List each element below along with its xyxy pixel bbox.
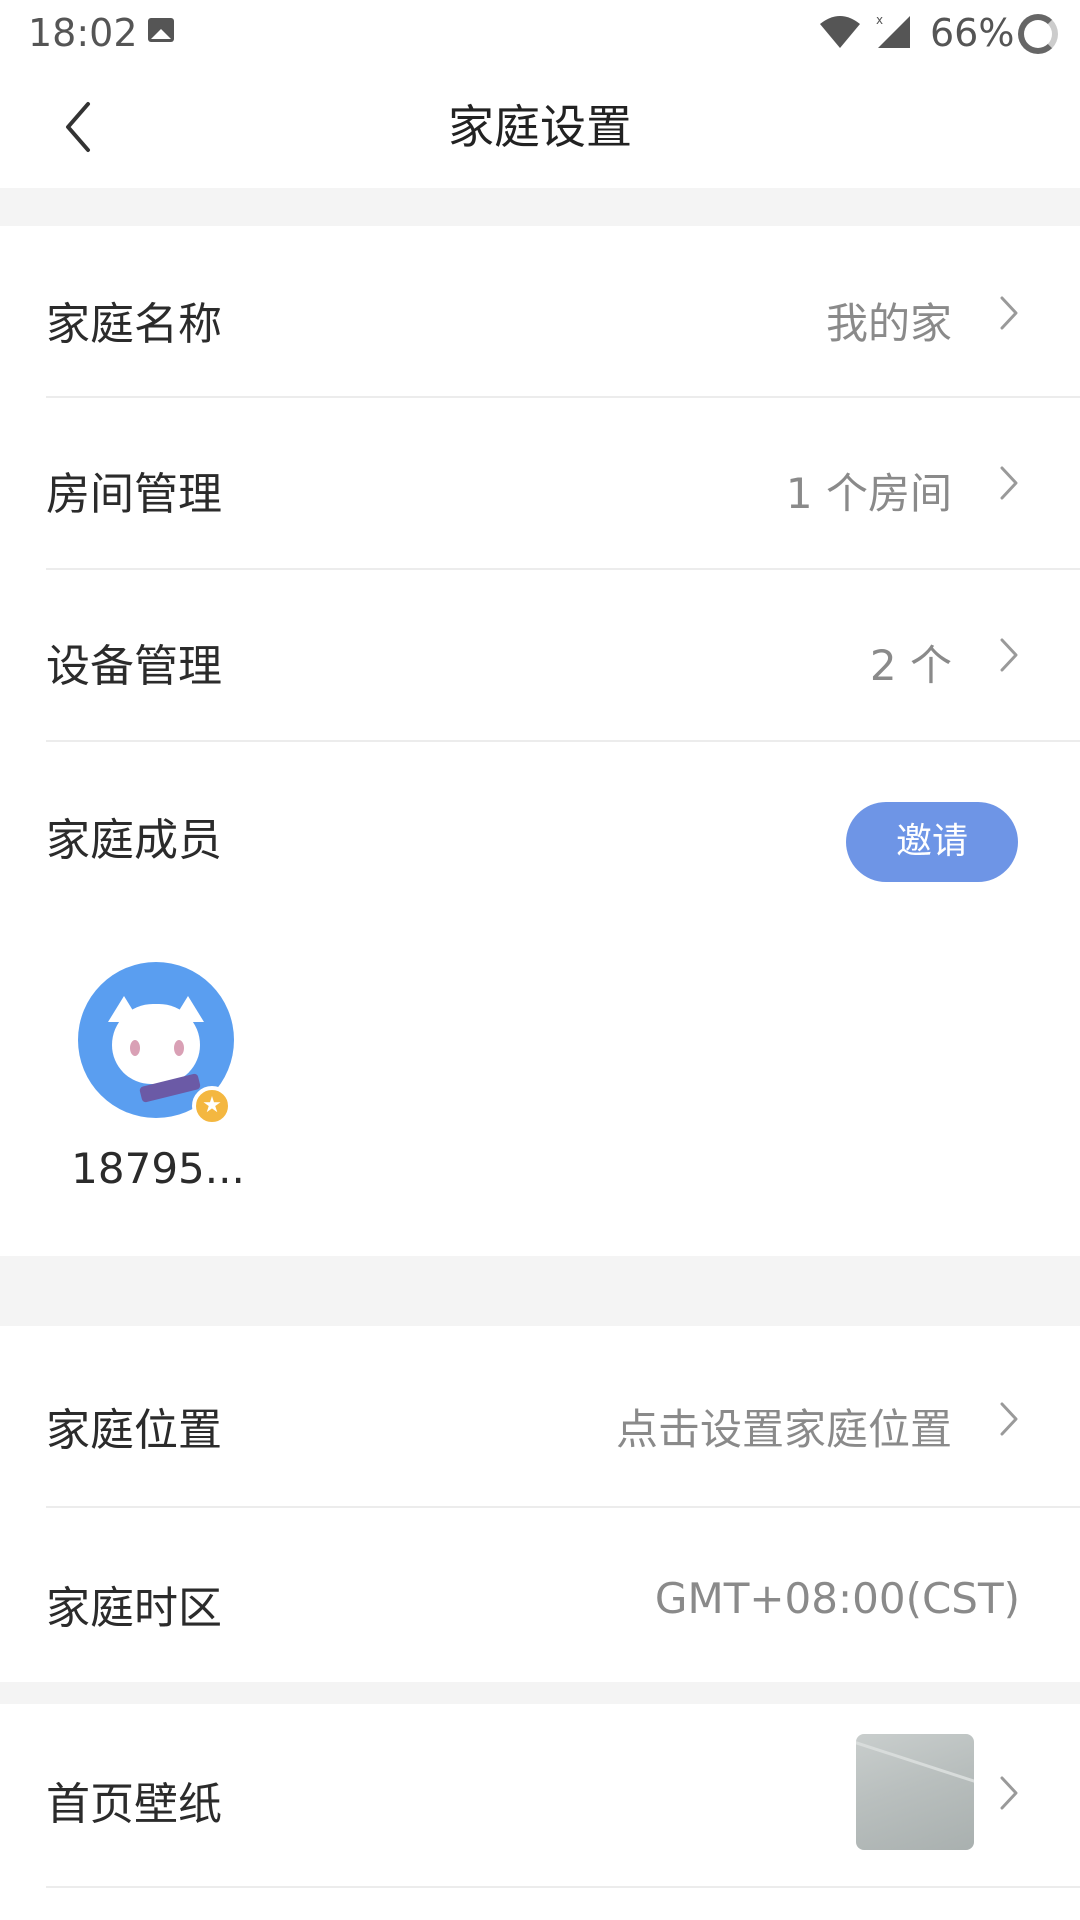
device-management-value: 2 个 [869,641,952,690]
device-management-label: 设备管理 [46,641,222,692]
home-info-card: 家庭名称 我的家 房间管理 1 个房间 设备管理 2 个 家庭成员 邀请 ★ 1… [0,226,1080,1256]
battery-percentage: 66% [930,11,1015,55]
home-wallpaper-row[interactable]: 首页壁纸 [0,1704,1080,1884]
room-management-value: 1 个房间 [785,469,952,518]
home-members-section: 家庭成员 邀请 ★ 18795... [0,742,1080,1256]
battery-ring-icon [1018,14,1058,54]
device-management-row[interactable]: 设备管理 2 个 [0,570,1080,740]
home-location-value: 点击设置家庭位置 [615,1405,952,1454]
invite-button[interactable]: 邀请 [846,802,1018,882]
top-bar: 家庭设置 [0,66,1080,188]
home-timezone-value: GMT+08:00(CST) [654,1574,1020,1623]
page-title: 家庭设置 [448,100,632,154]
section-gap [0,1256,1080,1326]
home-name-row[interactable]: 家庭名称 我的家 [0,226,1080,396]
home-timezone-label: 家庭时区 [46,1583,222,1634]
divider [46,1886,1080,1888]
home-members-label: 家庭成员 [46,815,222,866]
home-location-card: 家庭位置 点击设置家庭位置 家庭时区 GMT+08:00(CST) [0,1326,1080,1682]
wifi-icon [820,16,860,48]
status-bar: 18:02 x 66% [0,0,1080,66]
chevron-right-icon [1000,1776,1018,1810]
home-name-label: 家庭名称 [46,299,222,350]
cat-face [112,1004,200,1084]
cat-eye [174,1040,184,1056]
chevron-right-icon [1000,1402,1018,1436]
wallpaper-thumbnail[interactable] [856,1734,974,1850]
owner-star-icon: ★ [192,1086,232,1126]
image-icon [148,18,174,42]
home-wallpaper-label: 首页壁纸 [46,1779,222,1830]
chevron-right-icon [1000,466,1018,500]
chevron-right-icon [1000,296,1018,330]
home-timezone-row[interactable]: 家庭时区 GMT+08:00(CST) [0,1508,1080,1682]
room-management-label: 房间管理 [46,469,222,520]
member-name: 18795... [71,1144,245,1193]
section-gap [0,188,1080,226]
wallpaper-card: 首页壁纸 [0,1704,1080,1920]
cat-eye [130,1040,140,1056]
home-location-label: 家庭位置 [46,1405,222,1456]
chevron-right-icon [1000,638,1018,672]
home-location-row[interactable]: 家庭位置 点击设置家庭位置 [0,1326,1080,1506]
home-name-value: 我的家 [825,299,952,348]
room-management-row[interactable]: 房间管理 1 个房间 [0,398,1080,568]
svg-text:x: x [876,13,883,27]
signal-icon: x [876,13,910,48]
section-gap [0,1682,1080,1704]
status-time: 18:02 [28,11,138,55]
